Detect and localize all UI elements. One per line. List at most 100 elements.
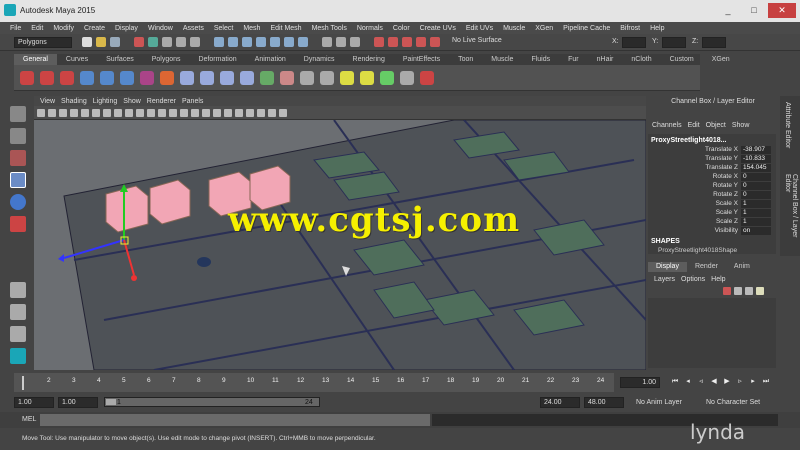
menu-select[interactable]: Select <box>214 25 233 32</box>
four-pane-layout-icon[interactable] <box>10 304 26 320</box>
outliner-layout-icon[interactable] <box>10 326 26 342</box>
shelf-tab-fluids[interactable]: Fluids <box>522 54 559 65</box>
shelf-tab-surfaces[interactable]: Surfaces <box>97 54 143 65</box>
select-tool-icon[interactable] <box>10 106 26 122</box>
ipr-render-icon[interactable] <box>388 37 398 47</box>
x-field[interactable] <box>622 37 646 48</box>
shelf-tab-animation[interactable]: Animation <box>246 54 295 65</box>
menu-pipeline-cache[interactable]: Pipeline Cache <box>563 25 610 32</box>
history-shelf-icon[interactable] <box>300 70 314 85</box>
rotate-tool-icon[interactable] <box>10 194 26 210</box>
save-scene-icon[interactable] <box>110 37 120 47</box>
render-frame-icon[interactable] <box>374 37 384 47</box>
y-field[interactable] <box>662 37 686 48</box>
command-input[interactable] <box>40 414 430 426</box>
menu-assets[interactable]: Assets <box>183 25 204 32</box>
panel-menu-panels[interactable]: Panels <box>182 98 203 105</box>
move-shelf-icon[interactable] <box>80 70 94 85</box>
character-set-select[interactable]: No Character Set <box>706 399 760 406</box>
menu-create[interactable]: Create <box>84 25 105 32</box>
shape-name[interactable]: ProxyStreetlight4018Shape <box>658 247 737 254</box>
channel-object-name[interactable]: ProxyStreetlight4018... <box>651 137 726 144</box>
end-time-field[interactable]: 48.00 <box>584 397 624 408</box>
attr-label[interactable]: Translate X <box>648 146 738 153</box>
open-scene-icon[interactable] <box>96 37 106 47</box>
step-back-icon[interactable]: ◂ <box>684 378 692 386</box>
render-settings-icon[interactable] <box>402 37 412 47</box>
shelf-tab-fur[interactable]: Fur <box>559 54 588 65</box>
panel-menu-view[interactable]: View <box>40 98 55 105</box>
channel-box-tab[interactable]: Channel Box / Layer Editor <box>784 174 798 256</box>
ambient-occlusion-icon[interactable] <box>257 108 265 117</box>
ep-curve-shelf-icon[interactable] <box>160 70 174 85</box>
shelf-tab-nhair[interactable]: nHair <box>588 54 623 65</box>
lasso-tool-icon[interactable] <box>10 128 26 144</box>
menu-file[interactable]: File <box>10 25 21 32</box>
scale-tool-icon[interactable] <box>10 216 26 232</box>
camera-attributes-icon[interactable] <box>37 108 45 117</box>
spotlight-shelf-icon[interactable] <box>360 70 374 85</box>
curve-shelf-icon[interactable] <box>140 70 154 85</box>
playback-start-field[interactable]: 1.00 <box>58 397 98 408</box>
wireframe-icon[interactable] <box>169 108 177 117</box>
layer-tab-display[interactable]: Display <box>648 262 687 272</box>
snap-surface-icon[interactable] <box>284 37 294 47</box>
menu-window[interactable]: Window <box>148 25 173 32</box>
attr-value[interactable]: 0 <box>741 191 771 199</box>
gate-mask-icon[interactable] <box>125 108 133 117</box>
render-view-icon[interactable] <box>430 37 440 47</box>
move-layer-up-icon[interactable] <box>723 287 731 295</box>
bookmarks-icon[interactable] <box>48 108 56 117</box>
attr-value[interactable]: -38.907 <box>741 146 771 154</box>
shelf-tab-dynamics[interactable]: Dynamics <box>295 54 344 65</box>
use-all-lights-icon[interactable] <box>213 108 221 117</box>
paint-tool-icon[interactable] <box>10 150 26 166</box>
maximize-button[interactable]: □ <box>744 3 764 18</box>
shelf-tab-curves[interactable]: Curves <box>57 54 97 65</box>
shelf-tab-rendering[interactable]: Rendering <box>344 54 394 65</box>
menu-edit-mesh[interactable]: Edit Mesh <box>270 25 301 32</box>
grid-icon[interactable] <box>92 108 100 117</box>
rotate-shelf-icon[interactable] <box>100 70 114 85</box>
time-slider[interactable]: 2 3 4 5 6 7 8 9 10 11 12 13 14 15 16 17 … <box>14 373 614 392</box>
shelf-tab-xgen[interactable]: XGen <box>703 54 739 65</box>
attr-value[interactable]: 1 <box>741 200 771 208</box>
make-live-icon[interactable] <box>270 37 280 47</box>
attr-label[interactable]: Scale Y <box>648 209 738 216</box>
field-chart-icon[interactable] <box>136 108 144 117</box>
grease-pencil-icon[interactable] <box>81 108 89 117</box>
shelf-tab-muscle[interactable]: Muscle <box>482 54 522 65</box>
input-ops-icon[interactable] <box>322 37 332 47</box>
attr-value[interactable]: -10.833 <box>741 155 771 163</box>
play-forward-icon[interactable]: ▶ <box>723 378 731 386</box>
group-shelf-icon[interactable] <box>260 70 274 85</box>
menu-help[interactable]: Help <box>650 25 664 32</box>
shelf-tab-toon[interactable]: Toon <box>449 54 482 65</box>
snap-curve-icon[interactable] <box>228 37 238 47</box>
attr-value[interactable]: 1 <box>741 218 771 226</box>
scale-shelf-icon[interactable] <box>120 70 134 85</box>
anim-layer-select[interactable]: No Anim Layer <box>636 399 682 406</box>
menu-create-uvs[interactable]: Create UVs <box>420 25 456 32</box>
select-hierarchy-icon[interactable] <box>162 37 172 47</box>
panel-menu-shading[interactable]: Shading <box>61 98 87 105</box>
smooth-shade-icon[interactable] <box>180 108 188 117</box>
attr-value[interactable]: 0 <box>741 182 771 190</box>
go-to-start-icon[interactable]: ⏮ <box>671 378 679 386</box>
menu-display[interactable]: Display <box>115 25 138 32</box>
range-slider-handle[interactable] <box>106 399 116 405</box>
lasso-shelf-icon[interactable] <box>40 70 54 85</box>
step-forward-icon[interactable]: ▸ <box>749 378 757 386</box>
menu-edit[interactable]: Edit <box>31 25 43 32</box>
layer-menu-layers[interactable]: Layers <box>654 276 675 283</box>
menu-mesh[interactable]: Mesh <box>243 25 260 32</box>
current-frame-field[interactable]: 1.00 <box>620 377 660 388</box>
close-button[interactable]: ✕ <box>768 3 796 18</box>
motion-blur-icon[interactable] <box>268 108 276 117</box>
move-tool-icon[interactable] <box>10 172 26 188</box>
menu-bifrost[interactable]: Bifrost <box>620 25 640 32</box>
safe-action-icon[interactable] <box>147 108 155 117</box>
attr-value[interactable]: on <box>741 227 771 235</box>
go-to-end-icon[interactable]: ⏭ <box>762 378 770 386</box>
xray-icon[interactable] <box>235 108 243 117</box>
